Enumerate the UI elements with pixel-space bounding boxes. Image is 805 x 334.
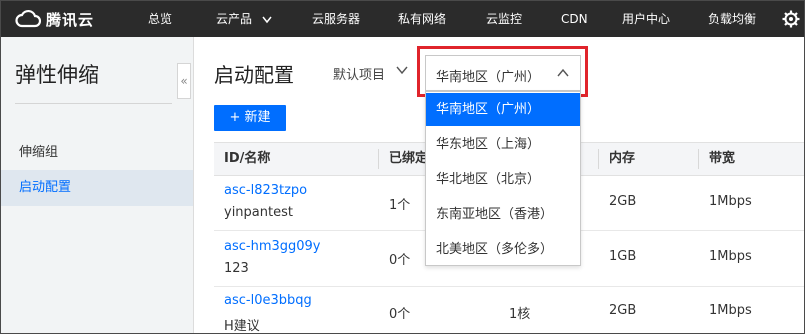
memory-value: 2GB [609, 303, 637, 318]
nav-monitor[interactable]: 云监控 [486, 1, 522, 37]
gear-icon[interactable] [782, 10, 800, 28]
tencent-cloud-logo[interactable]: 腾讯云 [15, 7, 94, 31]
bound-count: 1个 [389, 198, 411, 213]
page-title: 启动配置 [214, 63, 294, 87]
column-header-memory: 内存 [609, 151, 636, 166]
sidebar-item-launch-config[interactable]: 启动配置 [1, 170, 193, 206]
top-navigation: 腾讯云 总览 云产品 云服务器 私有网络 云监控 CDN 用户中心 负载均衡 [1, 1, 804, 37]
nav-cdn[interactable]: CDN [561, 1, 588, 37]
project-select[interactable]: 默认项目 [333, 64, 385, 83]
region-option-guangzhou[interactable]: 华南地区（广州） [426, 93, 580, 126]
region-option-toronto[interactable]: 北美地区（多伦多） [426, 233, 580, 266]
column-divider [698, 149, 699, 169]
region-option-beijing[interactable]: 华北地区（北京） [426, 163, 580, 196]
config-id-link[interactable]: asc-l0e3bbqg [224, 293, 312, 308]
nav-products-label: 云产品 [216, 12, 253, 26]
config-id-link[interactable]: asc-hm3gg09y [224, 239, 321, 254]
column-header-id-name: ID/名称 [224, 151, 271, 166]
column-header-bound: 已绑定 [389, 151, 429, 166]
bandwidth-value: 1Mbps [709, 249, 752, 264]
bandwidth-value: 1Mbps [709, 303, 752, 318]
column-divider [598, 149, 599, 169]
double-chevron-left-icon: « [180, 74, 188, 88]
nav-user-center[interactable]: 用户中心 [622, 1, 670, 37]
bound-count: 0个 [389, 307, 411, 322]
column-header-bandwidth: 带宽 [709, 151, 736, 166]
bandwidth-value: 1Mbps [709, 194, 752, 209]
sidebar: 弹性伸缩 伸缩组 启动配置 [1, 37, 194, 333]
new-config-button[interactable]: + 新建 [214, 105, 286, 131]
region-option-shanghai[interactable]: 华东地区（上海） [426, 128, 580, 161]
nav-products[interactable]: 云产品 [216, 1, 274, 37]
nav-overview[interactable]: 总览 [148, 1, 172, 37]
annotation-highlight-box [417, 46, 588, 97]
cpu-value: 1核 [509, 307, 531, 322]
region-option-hongkong[interactable]: 东南亚地区（香港） [426, 198, 580, 231]
chevron-down-icon[interactable] [396, 64, 408, 76]
memory-value: 1GB [609, 249, 637, 264]
config-name: yinpantest [224, 205, 293, 220]
collapse-sidebar-button[interactable]: « [177, 63, 191, 99]
memory-value: 2GB [609, 194, 637, 209]
nav-vpc[interactable]: 私有网络 [398, 1, 446, 37]
cloud-logo-icon [15, 9, 41, 28]
sidebar-divider [15, 103, 172, 104]
sidebar-title: 弹性伸缩 [15, 63, 99, 87]
config-id-link[interactable]: asc-l823tzpo [224, 183, 307, 198]
app-window: 腾讯云 总览 云产品 云服务器 私有网络 云监控 CDN 用户中心 负载均衡 弹… [0, 0, 805, 334]
table-row: asc-l0e3bbqg H建议 0个 1核 2GB 1Mbps [214, 287, 804, 334]
nav-cvm[interactable]: 云服务器 [312, 1, 360, 37]
config-name: 123 [224, 261, 249, 276]
config-name: H建议 [224, 319, 260, 334]
nav-load-balancer[interactable]: 负载均衡 [708, 1, 756, 37]
chevron-down-icon [262, 16, 272, 24]
bound-count: 0个 [389, 253, 411, 268]
sidebar-item-scaling-group[interactable]: 伸缩组 [1, 135, 193, 171]
logo-text: 腾讯云 [46, 10, 95, 29]
region-dropdown-menu: 华南地区（广州） 华东地区（上海） 华北地区（北京） 东南亚地区（香港） 北美地… [425, 91, 581, 266]
column-divider [378, 149, 379, 169]
